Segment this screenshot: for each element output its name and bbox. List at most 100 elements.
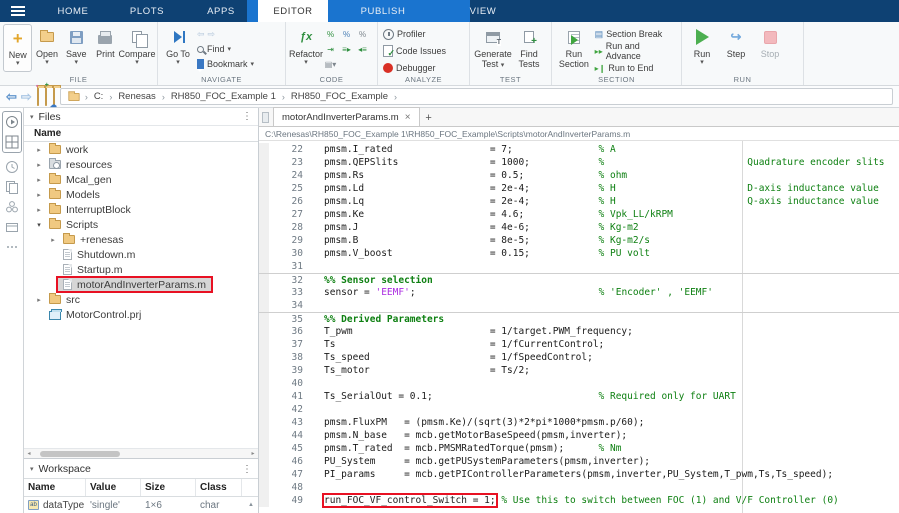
line-number[interactable]: 44	[259, 429, 311, 442]
section-break-button[interactable]: ▤ Section Break	[593, 27, 678, 41]
indent-right-icon[interactable]: ≡▸	[339, 42, 354, 56]
forward-arrow-icon[interactable]: ⇨	[21, 90, 32, 104]
tab-close-icon[interactable]: ×	[405, 112, 411, 123]
expand-arrow-icon[interactable]: ▾	[34, 221, 44, 229]
workspace-column-size[interactable]: Size	[141, 479, 196, 496]
workspace-cell-class[interactable]: char	[196, 497, 242, 513]
code-line-35[interactable]: 35%% Derived Parameters	[259, 312, 899, 325]
tree-item-scripts[interactable]: ▾Scripts	[24, 217, 258, 232]
print-button[interactable]: Print	[91, 24, 120, 72]
code-line-42[interactable]: 42	[259, 403, 899, 416]
line-number[interactable]: 43	[259, 416, 311, 429]
code-line-36[interactable]: 36T_pwm = 1/target.PWM_frequency;	[259, 325, 899, 338]
code-line-49[interactable]: 49run_FOC_VF_control_Switch = 1; % Use t…	[259, 494, 899, 507]
line-number[interactable]: 25	[259, 182, 311, 195]
editor-pane-handle-icon[interactable]	[262, 112, 269, 123]
tree-item-motorandinverterparams-m[interactable]: motorAndInverterParams.m	[24, 277, 258, 292]
goto-button[interactable]: Go To▾	[161, 24, 195, 72]
tree-item-src[interactable]: ▸src	[24, 292, 258, 307]
new-tab-button[interactable]: +	[420, 112, 438, 126]
code-issues-button[interactable]: Code Issues	[381, 44, 448, 58]
new-folder-icon[interactable]: ▪	[37, 88, 39, 106]
code-line-43[interactable]: 43pmsm.FluxPM = (pmsm.Ke)/(sqrt(3)*2*pi*…	[259, 416, 899, 429]
ribbon-tab-home[interactable]: HOME	[36, 0, 110, 22]
workspace-row[interactable]: abdataType'single'1×6char▲	[24, 497, 258, 513]
new-button[interactable]: + New▾	[3, 24, 32, 72]
workspace-panel-header[interactable]: ▾ Workspace ⋮	[24, 458, 258, 478]
expand-arrow-icon[interactable]: ▸	[34, 146, 44, 154]
line-number[interactable]: 49	[259, 494, 311, 507]
tree-item-resources[interactable]: ▸resources	[24, 157, 258, 172]
scroll-right-icon[interactable]: ▸	[248, 450, 258, 457]
expand-arrow-icon[interactable]: ▸	[34, 206, 44, 214]
save-button[interactable]: Save▾	[62, 24, 91, 72]
workspace-column-class[interactable]: Class	[196, 479, 242, 496]
line-number[interactable]: 41	[259, 390, 311, 403]
line-number[interactable]: 27	[259, 208, 311, 221]
editor-shortcut-icon[interactable]	[4, 114, 20, 130]
stop-button[interactable]: Stop	[753, 24, 787, 72]
workspace-scroll-up-icon[interactable]: ▲	[242, 497, 258, 513]
code-line-38[interactable]: 38Ts_speed = 1/fSpeedControl;	[259, 351, 899, 364]
tree-item-models[interactable]: ▸Models	[24, 187, 258, 202]
tree-item--renesas[interactable]: ▸+renesas	[24, 232, 258, 247]
ribbon-tab-publish[interactable]: PUBLISH	[328, 0, 438, 22]
scrollbar-thumb[interactable]	[40, 451, 120, 457]
code-line-37[interactable]: 37Ts = 1/fCurrentControl;	[259, 338, 899, 351]
expand-arrow-icon[interactable]: ▸	[34, 296, 44, 304]
scroll-left-icon[interactable]: ◂	[24, 450, 34, 457]
code-line-46[interactable]: 46PU_System = mcb.getPUSystemParameters(…	[259, 455, 899, 468]
line-number[interactable]: 36	[259, 325, 311, 338]
files-panel-header[interactable]: ▾ Files ⋮	[24, 108, 258, 126]
line-number[interactable]: 40	[259, 377, 311, 390]
bookmark-button[interactable]: Bookmark▾	[195, 57, 256, 71]
line-number[interactable]: 32	[259, 274, 311, 286]
code-line-32[interactable]: 32%% Sensor selection	[259, 273, 899, 286]
code-line-40[interactable]: 40	[259, 377, 899, 390]
code-line-47[interactable]: 47PI_params = mcb.getPIControllerParamet…	[259, 468, 899, 481]
workspace-tray-icon[interactable]	[4, 219, 20, 235]
files-menu-icon[interactable]: ⋮	[242, 111, 252, 122]
ribbon-tab-editor[interactable]: EDITOR	[258, 0, 328, 22]
tree-item-motorcontrol-prj[interactable]: MotorControl.prj	[24, 307, 258, 322]
refactor-button[interactable]: ƒx Refactor▾	[289, 24, 323, 72]
uncomment-icon[interactable]: %	[355, 27, 370, 41]
open-folder-plus-icon[interactable]: +	[45, 88, 47, 106]
tree-item-startup-m[interactable]: Startup.m	[24, 262, 258, 277]
expand-arrow-icon[interactable]: ▸	[34, 191, 44, 199]
line-number[interactable]: 47	[259, 468, 311, 481]
breadcrumb-segment[interactable]: RH850_FOC_Example	[291, 91, 388, 102]
run-section-button[interactable]: Run Section	[555, 24, 593, 72]
step-button[interactable]: ↪ Step	[719, 24, 753, 72]
workspace-cell-size[interactable]: 1×6	[141, 497, 196, 513]
line-number[interactable]: 35	[259, 313, 311, 325]
code-line-31[interactable]: 31	[259, 260, 899, 273]
code-line-45[interactable]: 45pmsm.T_rated = mcb.PMSMRatedTorque(pms…	[259, 442, 899, 455]
apps-icon[interactable]	[4, 199, 20, 215]
find-tests-button[interactable]: Find Tests	[513, 24, 545, 72]
files-name-column-header[interactable]: Name	[24, 126, 258, 142]
line-number[interactable]: 42	[259, 403, 311, 416]
code-line-33[interactable]: 33sensor = 'EEMF'; % 'Encoder' , 'EEMF'	[259, 286, 899, 299]
workspace-cell-name[interactable]: abdataType	[24, 497, 86, 513]
smart-indent-icon[interactable]: ⇥	[323, 42, 338, 56]
breadcrumb-segment[interactable]: Renesas	[118, 91, 156, 102]
comment-icon[interactable]: %	[323, 27, 338, 41]
generate-test-button[interactable]: Generate Test ▾	[473, 24, 513, 72]
code-line-23[interactable]: 23pmsm.QEPSlits = 1000; % Quadrature enc…	[259, 156, 899, 169]
debugger-button[interactable]: Debugger	[381, 61, 448, 75]
line-number[interactable]: 48	[259, 481, 311, 494]
tree-item-interruptblock[interactable]: ▸InterruptBlock	[24, 202, 258, 217]
breadcrumb-segment[interactable]: C:	[94, 91, 104, 102]
code-line-29[interactable]: 29pmsm.B = 8e-5; % Kg-m2/s	[259, 234, 899, 247]
line-number[interactable]: 23	[259, 156, 311, 169]
line-number[interactable]: 24	[259, 169, 311, 182]
more-icon[interactable]	[4, 239, 20, 255]
nav-history-buttons[interactable]: ⇦ ⇨	[195, 27, 256, 41]
run-to-end-button[interactable]: ▸❙ Run to End	[593, 61, 678, 75]
open-button[interactable]: Open▾	[32, 24, 61, 72]
code-line-44[interactable]: 44pmsm.N_base = mcb.getMotorBaseSpeed(pm…	[259, 429, 899, 442]
code-line-34[interactable]: 34	[259, 299, 899, 312]
ribbon-tab-apps[interactable]: APPS	[184, 0, 258, 22]
ribbon-tab-plots[interactable]: PLOTS	[110, 0, 184, 22]
